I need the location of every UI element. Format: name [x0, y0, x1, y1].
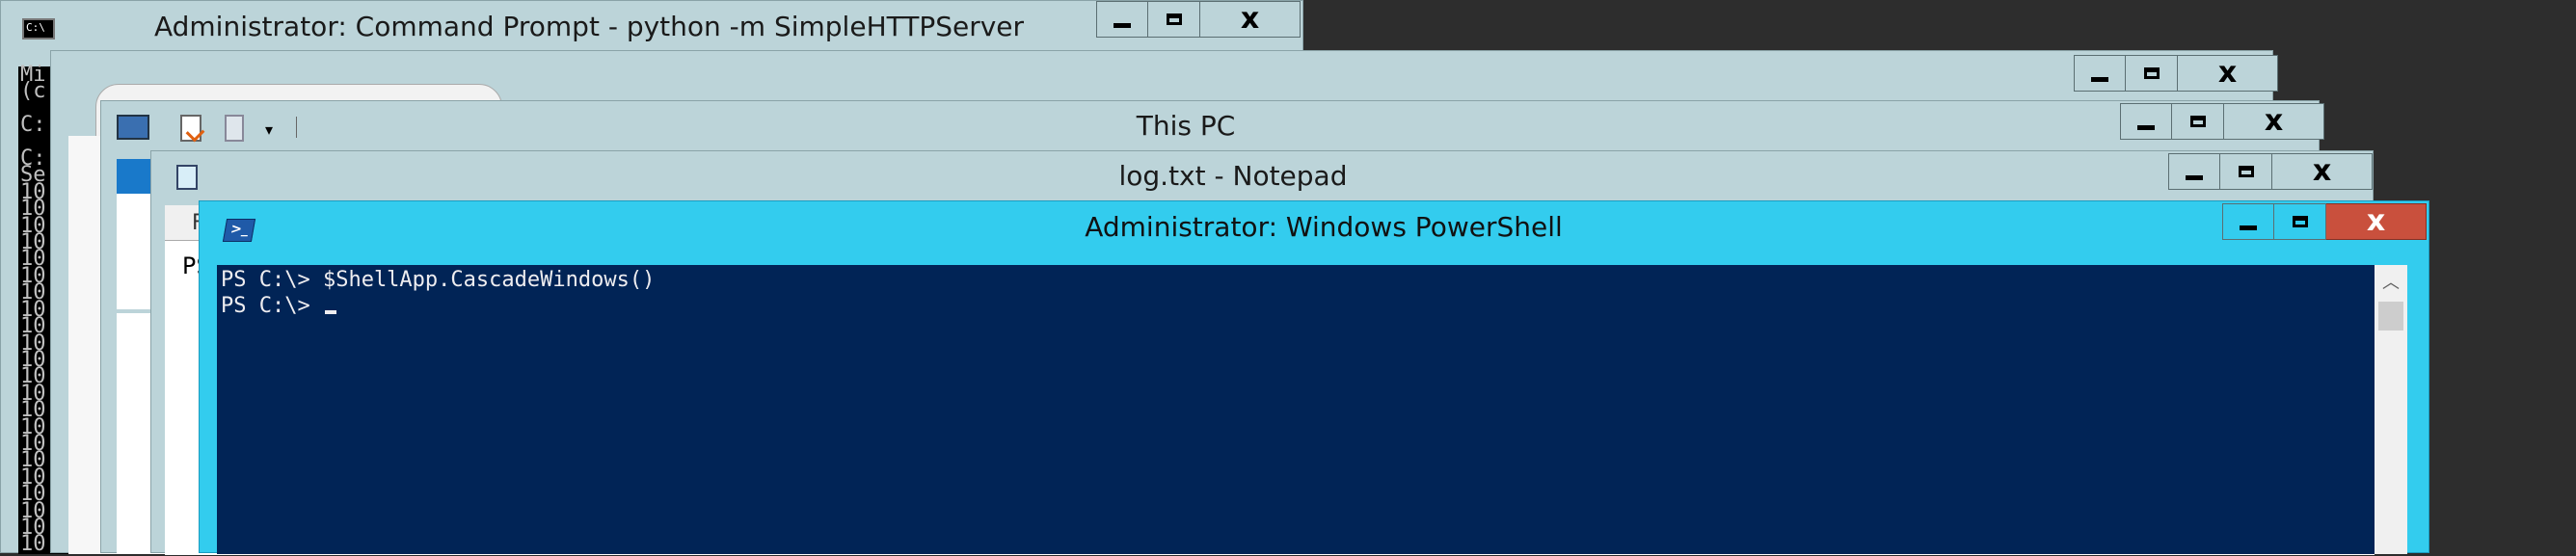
explorer-title: This PC	[1136, 109, 1236, 142]
properties-icon[interactable]	[180, 115, 205, 143]
notepad-maximize-button[interactable]	[2220, 153, 2272, 190]
powershell-line: PS C:\>	[221, 293, 655, 319]
minimize-icon	[2240, 225, 2257, 230]
explorer-caption-buttons: x	[2120, 103, 2324, 140]
notepad-title: log.txt - Notepad	[1118, 159, 1348, 192]
minimize-icon	[2091, 76, 2108, 82]
new-folder-icon[interactable]	[225, 115, 244, 142]
cmd-minimize-button[interactable]	[1096, 1, 1148, 38]
powershell-console[interactable]: PS C:\> $ShellApp.CascadeWindows() PS C:\…	[217, 265, 2375, 554]
powershell-icon: >_	[222, 219, 256, 242]
powershell-window[interactable]: Administrator: Windows PowerShell >_ x P…	[199, 200, 2429, 554]
close-icon: x	[2312, 154, 2332, 188]
notepad-caption-buttons: x	[2168, 153, 2373, 190]
close-icon: x	[2366, 204, 2386, 238]
powershell-titlebar[interactable]: Administrator: Windows PowerShell	[200, 201, 2428, 252]
maximize-icon	[2143, 67, 2160, 79]
cmd-caption-buttons: x	[1096, 1, 1301, 38]
notepad-titlebar[interactable]: log.txt - Notepad	[151, 151, 2373, 199]
powershell-maximize-button[interactable]	[2274, 203, 2326, 240]
minimize-icon	[1114, 22, 1131, 28]
close-icon: x	[2264, 104, 2284, 138]
scroll-up-arrow-icon[interactable]: ︿	[2375, 265, 2407, 298]
back-window-caption-buttons: x	[2074, 55, 2278, 92]
customize-toolbar-icon[interactable]: ▾	[265, 120, 273, 139]
powershell-line: PS C:\> $ShellApp.CascadeWindows()	[221, 268, 656, 292]
powershell-close-button[interactable]: x	[2326, 203, 2427, 240]
back-window-maximize-button[interactable]	[2126, 55, 2178, 92]
notepad-icon	[176, 165, 198, 190]
maximize-icon	[2189, 116, 2206, 127]
this-pc-icon	[117, 115, 149, 140]
maximize-icon	[2238, 166, 2254, 177]
toolbar-divider	[296, 117, 297, 138]
powershell-caption-buttons: x	[2222, 203, 2427, 240]
close-icon: x	[2217, 56, 2238, 90]
powershell-scrollbar[interactable]: ︿	[2375, 265, 2407, 554]
explorer-minimize-button[interactable]	[2120, 103, 2172, 140]
notepad-minimize-button[interactable]	[2168, 153, 2220, 190]
minimize-icon	[2186, 174, 2203, 180]
maximize-icon	[2292, 216, 2308, 227]
minimize-icon	[2137, 124, 2155, 130]
cmd-icon: C:\	[22, 18, 55, 40]
powershell-minimize-button[interactable]	[2222, 203, 2274, 240]
powershell-title: Administrator: Windows PowerShell	[1085, 210, 1563, 243]
notepad-close-button[interactable]: x	[2272, 153, 2373, 190]
explorer-titlebar[interactable]: This PC	[101, 101, 2319, 149]
cmd-maximize-button[interactable]	[1148, 1, 1200, 38]
maximize-icon	[1166, 13, 1182, 25]
explorer-close-button[interactable]: x	[2224, 103, 2324, 140]
back-window-minimize-button[interactable]	[2074, 55, 2126, 92]
back-window-close-button[interactable]: x	[2178, 55, 2278, 92]
cmd-title: Administrator: Command Prompt - python -…	[153, 10, 1025, 42]
powershell-output: PS C:\> $ShellApp.CascadeWindows() PS C:\…	[221, 267, 655, 319]
explorer-maximize-button[interactable]	[2172, 103, 2224, 140]
scrollbar-thumb[interactable]	[2378, 302, 2403, 331]
close-icon: x	[1240, 2, 1260, 36]
cmd-close-button[interactable]: x	[1200, 1, 1301, 38]
text-cursor	[324, 310, 336, 314]
